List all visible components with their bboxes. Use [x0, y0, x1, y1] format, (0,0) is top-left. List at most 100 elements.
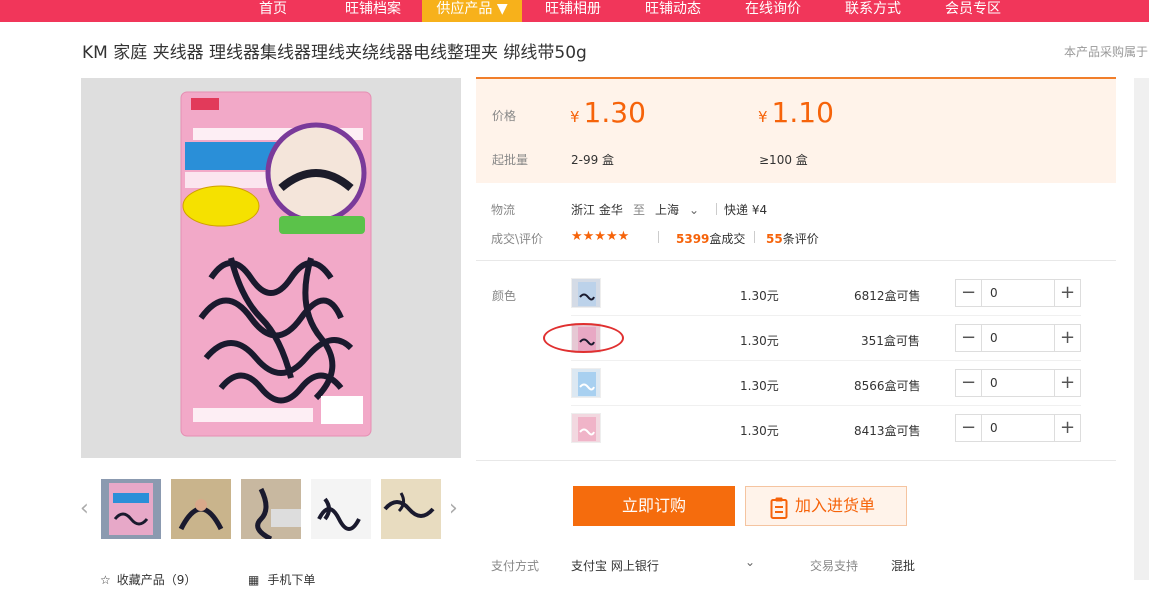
ship-to-value: 上海	[655, 203, 680, 217]
sold-count[interactable]: 5399盒成交	[676, 230, 745, 247]
plus-icon[interactable]: +	[1054, 370, 1080, 396]
moq-label: 起批量	[492, 153, 529, 167]
section-divider	[476, 260, 1116, 261]
ship-to-select[interactable]: 上海 ⌄	[655, 201, 699, 218]
sku-stock: 8413盒可售	[854, 422, 921, 439]
deals-label: 成交\评价	[491, 232, 544, 246]
tier1-price-value: 1.30	[583, 96, 646, 129]
logistics-label: 物流	[491, 203, 516, 217]
thumbnail-4[interactable]	[311, 479, 371, 539]
nav-home[interactable]: 首页	[258, 0, 288, 22]
sku-price: 1.30元	[740, 334, 779, 348]
nav-contact[interactable]: 联系方式	[843, 0, 903, 22]
nav-products[interactable]: 供应产品 ▼	[422, 0, 522, 22]
rating-stars: ★★★★★	[571, 229, 630, 244]
tier1-qty: 2-99 盒	[571, 153, 615, 167]
thumb-next-icon[interactable]: ›	[449, 496, 458, 521]
mobile-order[interactable]: ▦ 手机下单	[248, 571, 315, 588]
thumb-prev-icon[interactable]: ‹	[80, 496, 89, 521]
nav-members[interactable]: 会员专区	[943, 0, 1003, 22]
payment-methods: 支付宝 网上银行	[571, 559, 659, 573]
right-side-panel	[1134, 78, 1149, 580]
thumbnail-1[interactable]	[101, 479, 161, 539]
review-count-suffix: 条评价	[782, 232, 819, 246]
quantity-stepper: − 0 +	[955, 369, 1081, 397]
sku-stock-suffix: 盒可售	[884, 379, 921, 393]
ship-to-word: 至	[633, 203, 646, 217]
divider	[716, 203, 717, 215]
tier2-price-value: 1.10	[771, 96, 834, 129]
minus-icon[interactable]: −	[956, 280, 982, 306]
sku-stock-number: 8413	[854, 424, 885, 438]
sku-thumbnail-1[interactable]	[571, 278, 601, 308]
top-nav: 首页 旺铺档案 供应产品 ▼ 旺铺相册 旺铺动态 在线询价 联系方式 会员专区	[0, 0, 1149, 22]
currency-symbol: ¥	[570, 108, 580, 126]
side-note: 本产品采购属于	[1064, 45, 1149, 59]
quantity-stepper: − 0 +	[955, 279, 1081, 307]
quantity-value[interactable]: 0	[990, 376, 998, 390]
color-label: 颜色	[492, 289, 517, 303]
quantity-stepper: − 0 +	[955, 414, 1081, 442]
minus-icon[interactable]: −	[956, 325, 982, 351]
section-divider	[476, 460, 1116, 461]
sku-price: 1.30元	[740, 289, 779, 303]
favorite-product[interactable]: ☆ 收藏产品（9）	[100, 571, 196, 588]
qr-code-icon: ▦	[248, 573, 260, 587]
quantity-stepper: − 0 +	[955, 324, 1081, 352]
buy-now-button[interactable]: 立即订购	[573, 486, 735, 526]
shipping-fee: 快递 ¥4	[724, 203, 768, 217]
mobile-order-label: 手机下单	[267, 573, 316, 587]
minus-icon[interactable]: −	[956, 415, 982, 441]
trade-support-label: 交易支持	[810, 559, 859, 573]
sku-stock: 8566盒可售	[854, 377, 921, 394]
tier1-price: ¥1.30	[570, 96, 646, 129]
divider	[658, 231, 659, 243]
sku-price: 1.30元	[740, 379, 779, 393]
nav-inquiry[interactable]: 在线询价	[743, 0, 803, 22]
review-count-value: 55	[766, 232, 783, 246]
chevron-down-icon: ⌄	[689, 203, 700, 217]
clipboard-icon	[770, 495, 788, 533]
ship-from: 浙江 金华	[571, 203, 623, 217]
sku-stock-suffix: 盒可售	[884, 424, 921, 438]
sold-count-suffix: 盒成交	[709, 232, 746, 246]
sku-stock-suffix: 盒可售	[884, 289, 921, 303]
sold-count-value: 5399	[676, 232, 710, 246]
quantity-value[interactable]: 0	[990, 331, 998, 345]
row-divider	[571, 360, 1081, 361]
add-to-cart-button[interactable]: 加入进货单	[745, 486, 907, 526]
divider	[754, 231, 755, 243]
row-divider	[571, 405, 1081, 406]
highlight-circle	[543, 323, 624, 353]
sku-price: 1.30元	[740, 424, 779, 438]
sku-stock: 6812盒可售	[854, 287, 921, 304]
review-count[interactable]: 55条评价	[766, 230, 819, 247]
trade-support-value: 混批	[891, 559, 916, 573]
row-divider	[571, 315, 1081, 316]
tier2-price: ¥1.10	[758, 96, 834, 129]
payment-label: 支付方式	[491, 559, 540, 573]
nav-shop-profile[interactable]: 旺铺档案	[343, 0, 403, 22]
main-product-image[interactable]	[81, 78, 461, 458]
star-outline-icon: ☆	[100, 573, 111, 587]
sku-thumbnail-3[interactable]	[571, 368, 601, 398]
nav-album[interactable]: 旺铺相册	[543, 0, 603, 22]
sku-stock-number: 6812	[854, 289, 885, 303]
quantity-value[interactable]: 0	[990, 421, 998, 435]
plus-icon[interactable]: +	[1054, 325, 1080, 351]
minus-icon[interactable]: −	[956, 370, 982, 396]
product-package-illustration	[81, 78, 461, 458]
sku-stock-number: 8566	[854, 379, 885, 393]
thumbnail-5[interactable]	[381, 479, 441, 539]
nav-news[interactable]: 旺铺动态	[643, 0, 703, 22]
favorite-label: 收藏产品（9）	[116, 573, 197, 587]
sku-stock: 351盒可售	[861, 332, 920, 349]
sku-thumbnail-4[interactable]	[571, 413, 601, 443]
plus-icon[interactable]: +	[1054, 280, 1080, 306]
plus-icon[interactable]: +	[1054, 415, 1080, 441]
payment-chevron-down-icon[interactable]: ⌄	[745, 555, 755, 569]
thumbnail-3[interactable]	[241, 479, 301, 539]
thumbnail-2[interactable]	[171, 479, 231, 539]
tier2-qty: ≥100 盒	[759, 153, 808, 167]
quantity-value[interactable]: 0	[990, 286, 998, 300]
